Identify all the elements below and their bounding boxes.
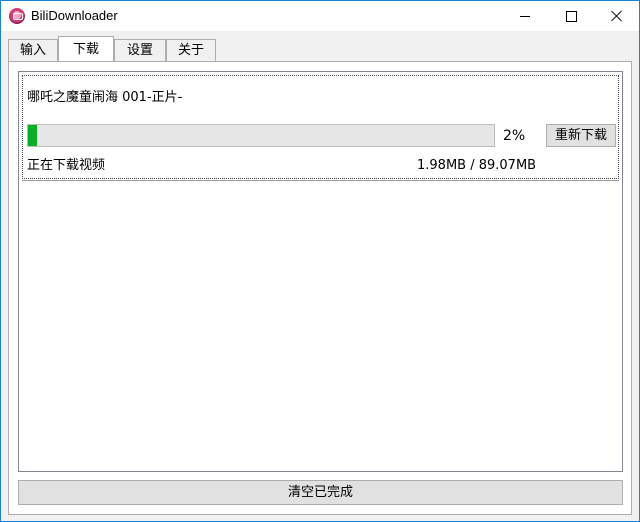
download-item[interactable]: 哪吒之魔童闹海 001-正片- 2% 重新下载 正在下载视频 1.98MB / … [22,75,619,179]
download-item-title: 哪吒之魔童闹海 001-正片- [27,90,183,105]
clear-completed-button[interactable]: 清空已完成 [18,480,623,505]
maximize-button[interactable] [548,1,594,31]
download-percent: 2% [503,128,526,144]
download-progress-fill [28,125,38,146]
window-title: BiliDownloader [31,8,118,23]
maximize-icon [565,10,577,22]
close-button[interactable] [594,1,640,31]
download-status: 正在下载视频 [27,158,106,173]
tab-download[interactable]: 下载 [58,36,114,61]
app-window: BiliDownloader 输入 下载 设置 关于 哪吒之魔童闹海 001-正… [0,0,640,522]
download-tab-panel: 哪吒之魔童闹海 001-正片- 2% 重新下载 正在下载视频 1.98MB / … [8,61,632,515]
bilibili-app-icon [9,8,25,24]
download-progress-bar [27,124,495,147]
minimize-icon [520,15,530,17]
item-separator [22,180,619,181]
download-list[interactable]: 哪吒之魔童闹海 001-正片- 2% 重新下载 正在下载视频 1.98MB / … [18,71,623,472]
close-icon [611,10,623,22]
tab-about[interactable]: 关于 [166,39,216,61]
download-size: 1.98MB / 89.07MB [417,158,537,173]
title-bar[interactable]: BiliDownloader [1,1,639,31]
minimize-button[interactable] [502,1,548,31]
tab-input[interactable]: 输入 [8,39,58,61]
tab-settings[interactable]: 设置 [114,39,166,61]
redownload-button[interactable]: 重新下载 [546,124,616,147]
